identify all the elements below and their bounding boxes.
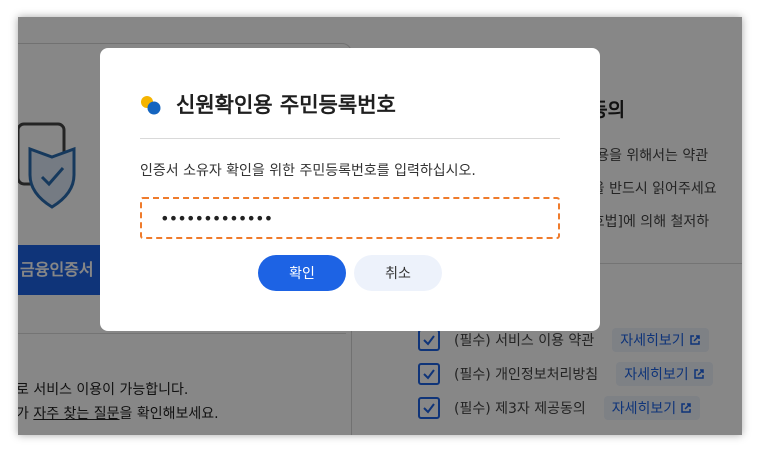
resident-number-input[interactable] [140, 197, 560, 239]
dialog-divider [140, 138, 560, 139]
dots-logo-icon [141, 96, 161, 115]
browser-window: 금융인증서 로 서비스 이용이 가능합니다. 가 자주 찾는 질문을 확인해보세… [18, 17, 742, 435]
cancel-button[interactable]: 취소 [354, 255, 442, 291]
confirm-button[interactable]: 확인 [258, 255, 346, 291]
resident-number-dialog: 신원확인용 주민등록번호 인증서 소유자 확인을 위한 주민등록번호를 입력하십… [100, 48, 600, 331]
dialog-description: 인증서 소유자 확인을 위한 주민등록번호를 입력하십시오. [140, 163, 476, 179]
dialog-title: 신원확인용 주민등록번호 [176, 93, 396, 117]
